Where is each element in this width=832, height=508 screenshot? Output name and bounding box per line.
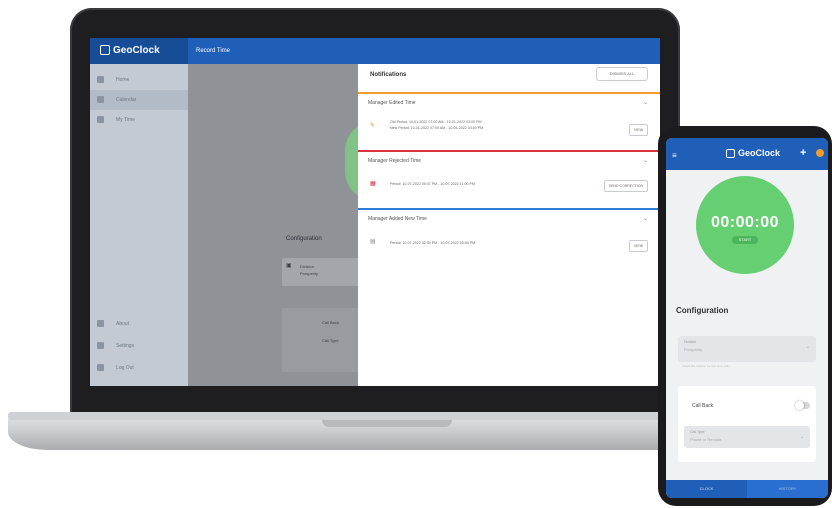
division-field-label: Division	[300, 264, 315, 269]
notification-title: Manager Rejected Time	[368, 158, 422, 164]
notification-group: Manager Rejected Time ⌄ ▦ Period: 10-07-…	[358, 150, 660, 200]
phone-logo-text: GeoClock	[738, 148, 781, 158]
notification-line: Period: 10-07-2022 05:47 PM - 10-07-2022…	[390, 182, 475, 186]
app-header: GeoClock Record Time	[90, 38, 660, 64]
sidebar-item-label: Settings	[116, 343, 135, 349]
notification-line: Period: 10-07-2022 02:30 PM - 10-07-2022…	[390, 241, 476, 245]
sidebar-item-label: Calendar	[116, 97, 137, 103]
notifications-panel: Notifications DISMISS ALL Manager Edited…	[358, 64, 660, 386]
phone-division-value: Prosperity	[684, 347, 703, 352]
view-button[interactable]: VIEW	[629, 124, 648, 136]
notification-line: New Period: 10-01-2022 07:00 AM - 10-01-…	[390, 126, 484, 130]
clock-icon	[97, 116, 104, 123]
chevron-down-icon[interactable]: ⌄	[643, 215, 648, 222]
callback-toggle[interactable]	[795, 401, 810, 410]
phone-call-type-value: Phone or Remote	[690, 437, 722, 442]
phone-logo: GeoClock	[726, 148, 781, 159]
phone-header: ≡ GeoClock +	[666, 138, 828, 170]
notification-title: Manager Added New Time	[368, 216, 427, 222]
sidebar-item-label: Log Out	[116, 365, 134, 371]
phone-call-type-label: Call Type	[690, 430, 705, 434]
notification-line: Old Period: 10-01-2022 07:00 AM - 10-01-…	[390, 120, 482, 124]
phone-division-field[interactable]: Division Prosperity ⌄	[678, 336, 816, 362]
start-button[interactable]: START	[732, 236, 758, 244]
history-tab[interactable]: HISTORY	[747, 480, 828, 498]
configuration-title: Configuration	[286, 236, 322, 242]
send-correction-button[interactable]: SEND CORRECTION	[603, 180, 648, 192]
dismiss-all-button[interactable]: DISMISS ALL	[596, 67, 648, 81]
chevron-down-icon: ⌄	[805, 344, 810, 350]
logout-icon	[97, 364, 104, 371]
notification-group: Manager Added New Time ⌄ ▤ Period: 10-07…	[358, 208, 660, 258]
pencil-icon: ✎	[370, 123, 376, 129]
calendar-x-icon: ▦	[370, 181, 376, 187]
app-logo[interactable]: GeoClock	[90, 38, 188, 64]
sidebar-item-my-time[interactable]: My Time	[90, 110, 188, 130]
page-title: Record Time	[196, 48, 231, 54]
main-content-overlay[interactable]: Configuration ▣ Division Prosperity Call…	[188, 64, 375, 386]
division-field[interactable]: ▣ Division Prosperity	[282, 258, 362, 286]
notification-accent-bar	[358, 208, 660, 210]
geoclock-logo-icon	[726, 149, 735, 159]
notifications-title: Notifications	[370, 72, 407, 78]
building-icon: ▣	[286, 263, 292, 269]
home-icon	[97, 76, 104, 83]
logo-text: GeoClock	[113, 45, 160, 56]
notification-accent-bar	[358, 150, 660, 152]
calendar-plus-icon: ▤	[370, 239, 376, 245]
callback-card: Call Back Call Type	[282, 308, 362, 372]
notification-group: Manager Edited Time ⌄ ✎ Old Period: 10-0…	[358, 92, 660, 142]
chevron-down-icon: ⌄	[799, 434, 804, 440]
sidebar-item-calendar[interactable]: Calendar	[90, 90, 188, 110]
calendar-icon	[97, 96, 104, 103]
phone-screen: ≡ GeoClock + 00:00:00 START Configuratio…	[666, 138, 828, 498]
sidebar-item-label: My Time	[116, 117, 135, 123]
geoclock-logo-icon	[100, 45, 110, 56]
sidebar-item-home[interactable]: Home	[90, 70, 188, 90]
phone-callback-card: Call Back Call Type Phone or Remote ⌄	[678, 386, 816, 462]
menu-icon[interactable]: ≡	[672, 151, 677, 160]
sidebar-item-label: About	[116, 321, 130, 327]
view-button[interactable]: VIEW	[629, 240, 648, 252]
phone-helper-text: Select the division for this time entry	[682, 364, 731, 368]
phone-configuration-title: Configuration	[676, 306, 729, 315]
sidebar-item-settings[interactable]: Settings	[90, 336, 188, 356]
division-field-value: Prosperity	[300, 271, 319, 276]
callback-label: Call Back	[322, 320, 339, 325]
info-icon	[97, 320, 104, 327]
notification-title: Manager Edited Time	[368, 100, 416, 106]
timer-display: 00:00:00	[710, 214, 780, 231]
sidebar-item-logout[interactable]: Log Out	[90, 358, 188, 378]
phone-division-label: Division	[684, 340, 697, 344]
sidebar-item-label: Home	[116, 77, 130, 83]
sidebar: Home Calendar My Time About Settings Log…	[90, 64, 188, 386]
timer-circle[interactable]: 00:00:00 START	[696, 176, 794, 274]
clock-tab[interactable]: CLOCK	[666, 480, 747, 498]
chevron-down-icon[interactable]: ⌄	[643, 99, 648, 106]
chevron-down-icon[interactable]: ⌄	[643, 157, 648, 164]
notification-bell-icon[interactable]	[816, 149, 824, 157]
gear-icon	[97, 342, 104, 349]
laptop-base-lip	[8, 412, 743, 420]
sidebar-item-about[interactable]: About	[90, 314, 188, 334]
phone-bottom-nav: CLOCK HISTORY	[666, 480, 828, 498]
phone-callback-label: Call Back	[692, 403, 714, 409]
laptop-screen: GeoClock Record Time Home Calendar My Ti…	[90, 38, 660, 386]
call-type-label: Call Type	[322, 338, 339, 343]
laptop-notch	[322, 420, 452, 427]
phone-call-type-field[interactable]: Call Type Phone or Remote ⌄	[684, 426, 810, 448]
notification-accent-bar	[358, 92, 660, 94]
add-icon[interactable]: +	[800, 147, 806, 159]
